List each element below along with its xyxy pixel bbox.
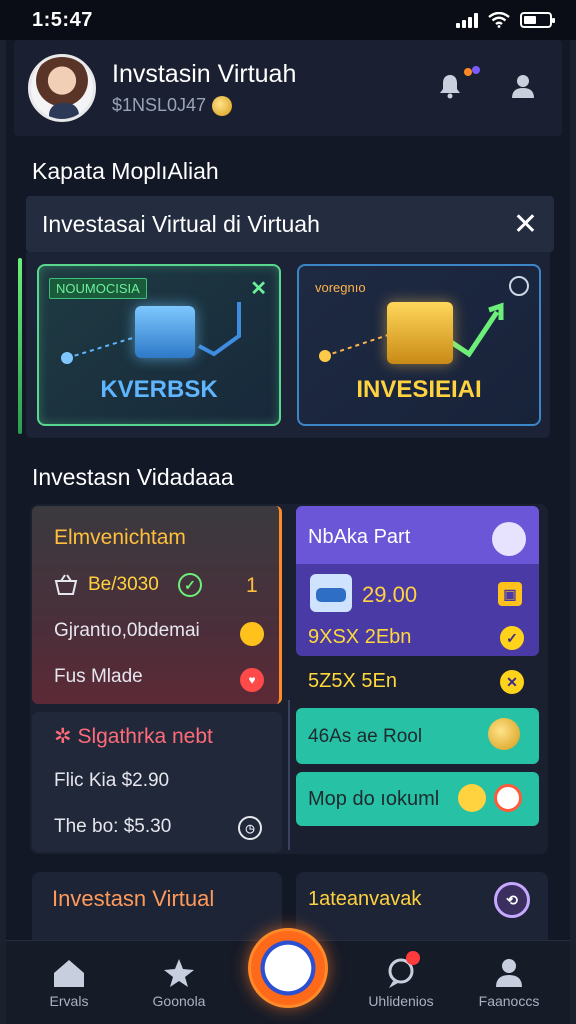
signal-icon <box>456 12 478 28</box>
cube-icon <box>135 306 195 358</box>
battery-icon <box>520 12 555 28</box>
nav-item-messages[interactable]: Uhlidenios <box>346 951 456 1009</box>
tile-partner-row2: 9XSX 2Ebn <box>308 626 412 648</box>
status-icons <box>456 12 555 28</box>
tile-signals-title-text: Slgathrka nebt <box>77 725 213 748</box>
section-heading-mid: Investasn Vidadaaa <box>32 464 234 490</box>
timer-icon: ◷ <box>238 816 262 840</box>
bell-icon[interactable] <box>436 66 480 104</box>
tile-signals-row1: Flic Kia $2.90 <box>54 770 170 791</box>
header-text: Invstasin Virtuah $1NSL0J47 <box>112 60 296 116</box>
star-icon <box>164 959 194 987</box>
tile-partner-title: NbAka Part <box>308 526 411 548</box>
status-bar: 1:5:47 <box>0 0 576 40</box>
tile-portfolio-row2: Gjrantıo,0bdemai <box>54 620 200 641</box>
profile-icon <box>496 959 522 987</box>
x-icon: ✕ <box>500 670 524 694</box>
notification-badge <box>406 951 420 965</box>
badge-icon <box>494 784 522 812</box>
nav-label: Uhlidenios <box>368 993 434 1009</box>
tile-partner-row3: 5Z5X 5En <box>308 670 397 692</box>
header-balance: $1NSL0J47 <box>112 95 296 116</box>
center-action-button[interactable] <box>248 928 328 1008</box>
notification-dot <box>464 68 472 76</box>
tile-portfolio-row1-label: Be/3030 <box>88 574 159 595</box>
wallet-icon: ▣ <box>498 582 522 606</box>
home-icon <box>54 960 84 987</box>
nav-label: Goonola <box>152 993 206 1009</box>
avatar[interactable] <box>28 54 96 122</box>
wifi-icon <box>488 12 510 28</box>
feature-card-network[interactable]: NOUMOCISIA ✕ KVERBSK <box>37 264 281 426</box>
tile-portfolio-row1-value: 1 <box>246 574 258 597</box>
nav-label: Ervals <box>49 993 89 1009</box>
settings-icon: ✲ <box>54 725 78 748</box>
nav-item-profile[interactable]: Faanoccs <box>454 955 564 1009</box>
tile-portfolio-row1: Be/3030 <box>88 574 159 596</box>
nav-label: Faanoccs <box>478 993 540 1009</box>
coin-icon <box>212 95 233 116</box>
status-time: 1:5:47 <box>32 8 93 31</box>
close-icon[interactable]: ✕ <box>513 207 538 242</box>
banner-title-bar: Investasai Virtual di Virtuah ✕ <box>26 196 554 252</box>
heart-icon: ♥ <box>240 668 264 692</box>
card-label: INVESIEIAI <box>356 376 482 403</box>
tile-document-label: Mop do ıokuml <box>308 788 440 810</box>
card-label: KVERBSK <box>100 376 218 403</box>
tile-portfolio-title: Elmvenichtam <box>54 526 186 549</box>
section-heading-top: Kapata MoplıAliah <box>32 158 219 184</box>
check-icon: ✓ <box>500 626 524 650</box>
basket-icon <box>54 574 78 595</box>
profile-header: Invstasin Virtuah $1NSL0J47 <box>14 40 562 136</box>
nav-item-favorites[interactable]: Goonola <box>124 955 234 1009</box>
nav-item-home[interactable]: Ervals <box>14 955 124 1009</box>
banner-title: Investasai Virtual di Virtuah <box>42 210 320 237</box>
chat-icon <box>388 958 414 988</box>
emoji-icon <box>458 784 486 812</box>
tile-divider <box>288 700 290 850</box>
coin-icon <box>488 718 520 750</box>
banner-accent-bar <box>18 258 22 434</box>
feature-card-investment[interactable]: voregnıo INVESIEIAI <box>297 264 541 426</box>
tile-signals-title: ✲ Slgathrka nebt <box>54 724 213 749</box>
header-title: Invstasin Virtuah <box>112 60 297 88</box>
card-virtual-investment-title: Investasn Virtual <box>52 886 215 911</box>
tile-partner-amount: 29.00 <box>362 582 418 607</box>
tile-signals-row2: The bo: $5.30 <box>54 816 172 837</box>
check-icon: ✓ <box>178 573 202 597</box>
header-actions <box>436 66 548 104</box>
building-icon <box>387 302 453 364</box>
header-subtitle: $1NSL0J47 <box>112 95 207 115</box>
tile-real-asset-label: 46As ae Rool <box>308 726 423 747</box>
car-icon <box>310 574 352 612</box>
user-icon[interactable] <box>510 72 536 104</box>
tile-portfolio-row3: Fus Mlade <box>54 666 143 687</box>
notification-dot-secondary <box>472 66 480 74</box>
link-icon[interactable]: ⟲ <box>494 882 530 918</box>
card-secondary-title: 1ateanvavak <box>308 888 422 910</box>
coin-icon <box>240 622 264 646</box>
avatar-icon[interactable] <box>492 522 526 556</box>
